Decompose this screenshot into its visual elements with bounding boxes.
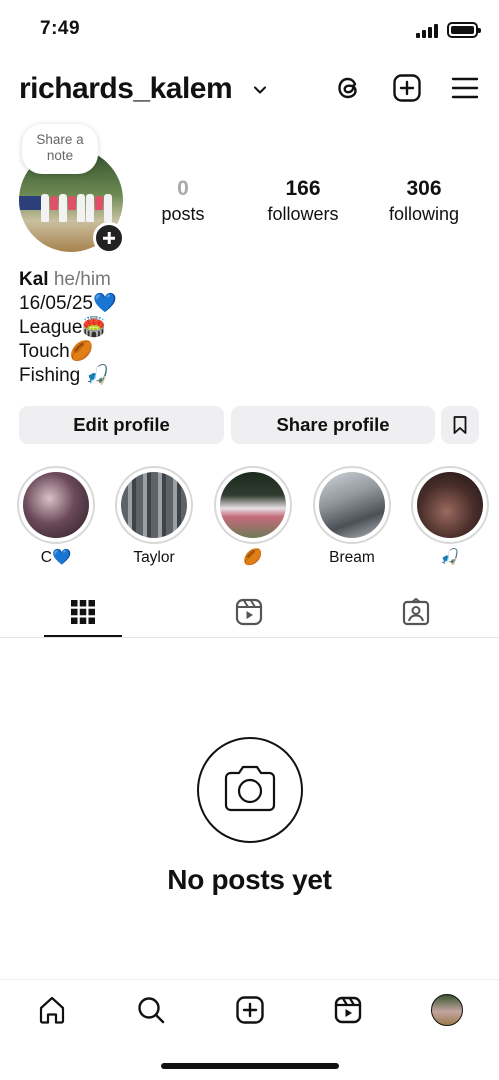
status-time: 7:49 [40,18,81,39]
chevron-down-icon[interactable] [252,82,268,98]
highlight-item[interactable]: Bream [313,466,391,568]
reels-icon[interactable] [332,994,364,1026]
profile-tabs [0,592,499,638]
highlight-label: Bream [329,549,375,566]
camera-circle [197,737,303,843]
highlight-ring [115,466,193,544]
highlight-cover [417,472,483,538]
edit-profile-button[interactable]: Edit profile [19,406,224,444]
stat-label: posts [161,204,205,224]
stat-value: 166 [285,177,321,200]
highlight-label: 🏉 [243,549,263,566]
highlight-item[interactable]: Taylor [115,466,193,568]
share-note-bubble[interactable]: Share a note [22,124,98,174]
bio: Kal he/him 16/05/25💙 League🏟️ Touch🏉 Fis… [19,268,117,388]
highlight-item[interactable]: C💙 [17,466,95,568]
highlight-ring [214,466,292,544]
stat-label: followers [267,204,339,224]
empty-state-title: No posts yet [167,864,332,895]
username[interactable]: richards_kalem [19,72,233,106]
bookmark-icon [453,416,467,434]
bio-line: Fishing 🎣 [19,365,110,386]
highlight-ring [313,466,391,544]
posts-count: 0 posts [128,176,238,226]
new-post-icon[interactable] [391,72,423,104]
followers-count[interactable]: 166 followers [248,176,358,226]
highlight-ring [17,466,95,544]
highlight-cover [220,472,286,538]
bookmark-button[interactable] [441,406,479,444]
highlight-label: 🎣 [440,549,460,566]
create-icon[interactable] [234,994,266,1026]
stat-value: 306 [406,177,442,200]
bio-line: Touch🏉 [19,341,94,362]
highlight-item[interactable]: 🎣 [411,466,489,568]
bio-line: League🏟️ [19,317,107,338]
home-icon[interactable] [36,994,68,1026]
highlight-cover [23,472,89,538]
reels-icon[interactable] [233,596,265,628]
display-name: Kal [19,269,49,290]
search-icon[interactable] [135,994,167,1026]
add-story-icon[interactable] [93,222,125,254]
highlight-cover [121,472,187,538]
highlight-label: C💙 [40,549,72,566]
bottom-nav [0,979,499,1039]
following-count[interactable]: 306 following [369,176,479,226]
tagged-icon[interactable] [400,596,432,628]
highlight-item[interactable]: 🏉 [214,466,292,568]
menu-icon[interactable] [449,72,481,104]
grid-icon[interactable] [67,596,99,628]
status-bar: 7:49 [0,0,499,60]
bio-name-line: Kal he/him [19,268,117,292]
threads-icon[interactable] [333,72,365,104]
home-indicator [161,1063,339,1069]
stat-label: following [388,204,460,224]
active-tab-indicator [44,635,122,637]
profile-header: richards_kalem [0,66,499,114]
bio-line: 16/05/25💙 [19,293,117,314]
highlight-label: Taylor [133,549,175,566]
battery-icon [447,22,481,38]
share-profile-button[interactable]: Share profile [231,406,435,444]
profile-avatar-nav[interactable] [431,994,463,1026]
signal-icon [416,24,440,38]
stat-value: 0 [177,177,189,200]
camera-icon [224,765,276,812]
highlight-cover [319,472,385,538]
highlight-ring [411,466,489,544]
pronouns: he/him [53,269,111,290]
